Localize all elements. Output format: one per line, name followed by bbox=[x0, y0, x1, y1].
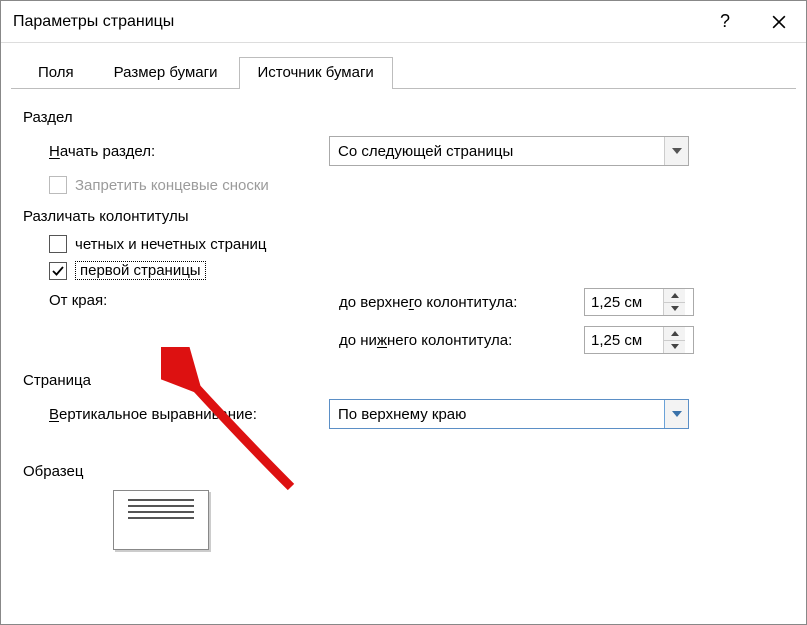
header-distance-input[interactable] bbox=[585, 289, 663, 315]
spin-down-button[interactable] bbox=[664, 341, 685, 354]
spin-down-button[interactable] bbox=[664, 303, 685, 316]
tab-fields[interactable]: Поля bbox=[19, 57, 93, 89]
first-page-label: первой страницы bbox=[75, 261, 206, 280]
footer-distance-label: до нижнего колонтитула: bbox=[339, 332, 584, 349]
spin-up-button[interactable] bbox=[664, 327, 685, 341]
close-button[interactable] bbox=[752, 1, 806, 42]
window-controls: ? bbox=[698, 1, 806, 42]
check-icon bbox=[52, 265, 64, 277]
page-preview-thumb bbox=[113, 490, 209, 550]
dialog-title: Параметры страницы bbox=[13, 13, 174, 31]
tab-strip: Поля Размер бумаги Источник бумаги bbox=[1, 43, 806, 89]
odd-even-checkbox[interactable] bbox=[49, 235, 67, 253]
suppress-endnotes-checkbox bbox=[49, 176, 67, 194]
header-distance-spinner[interactable] bbox=[584, 288, 694, 316]
page-setup-dialog: Параметры страницы ? Поля Размер бумаги … bbox=[0, 0, 807, 625]
section-start-select[interactable]: Со следующей страницы bbox=[329, 136, 689, 166]
valign-label: Вертикальное выравнивание: bbox=[49, 406, 329, 423]
group-page-label: Страница bbox=[23, 372, 784, 389]
odd-even-label: четных и нечетных страниц bbox=[75, 236, 267, 253]
header-distance-label: до верхнего колонтитула: bbox=[339, 294, 584, 311]
footer-distance-input[interactable] bbox=[585, 327, 663, 353]
group-section-label: Раздел bbox=[23, 109, 784, 126]
group-preview-label: Образец bbox=[23, 463, 784, 480]
help-button[interactable]: ? bbox=[698, 1, 752, 42]
from-edge-label: От края: bbox=[49, 288, 339, 364]
suppress-endnotes-label: Запретить концевые сноски bbox=[75, 177, 269, 194]
titlebar: Параметры страницы ? bbox=[1, 1, 806, 43]
spin-up-button[interactable] bbox=[664, 289, 685, 303]
dialog-body: Раздел Начать раздел: Со следующей стран… bbox=[1, 89, 806, 550]
tab-paper-source[interactable]: Источник бумаги bbox=[239, 57, 393, 89]
group-headers-label: Различать колонтитулы bbox=[23, 208, 784, 225]
tab-paper-size[interactable]: Размер бумаги bbox=[95, 57, 237, 89]
footer-distance-spinner[interactable] bbox=[584, 326, 694, 354]
section-start-label: Начать раздел: bbox=[49, 143, 329, 160]
first-page-checkbox[interactable] bbox=[49, 262, 67, 280]
valign-select[interactable]: По верхнему краю bbox=[329, 399, 689, 429]
